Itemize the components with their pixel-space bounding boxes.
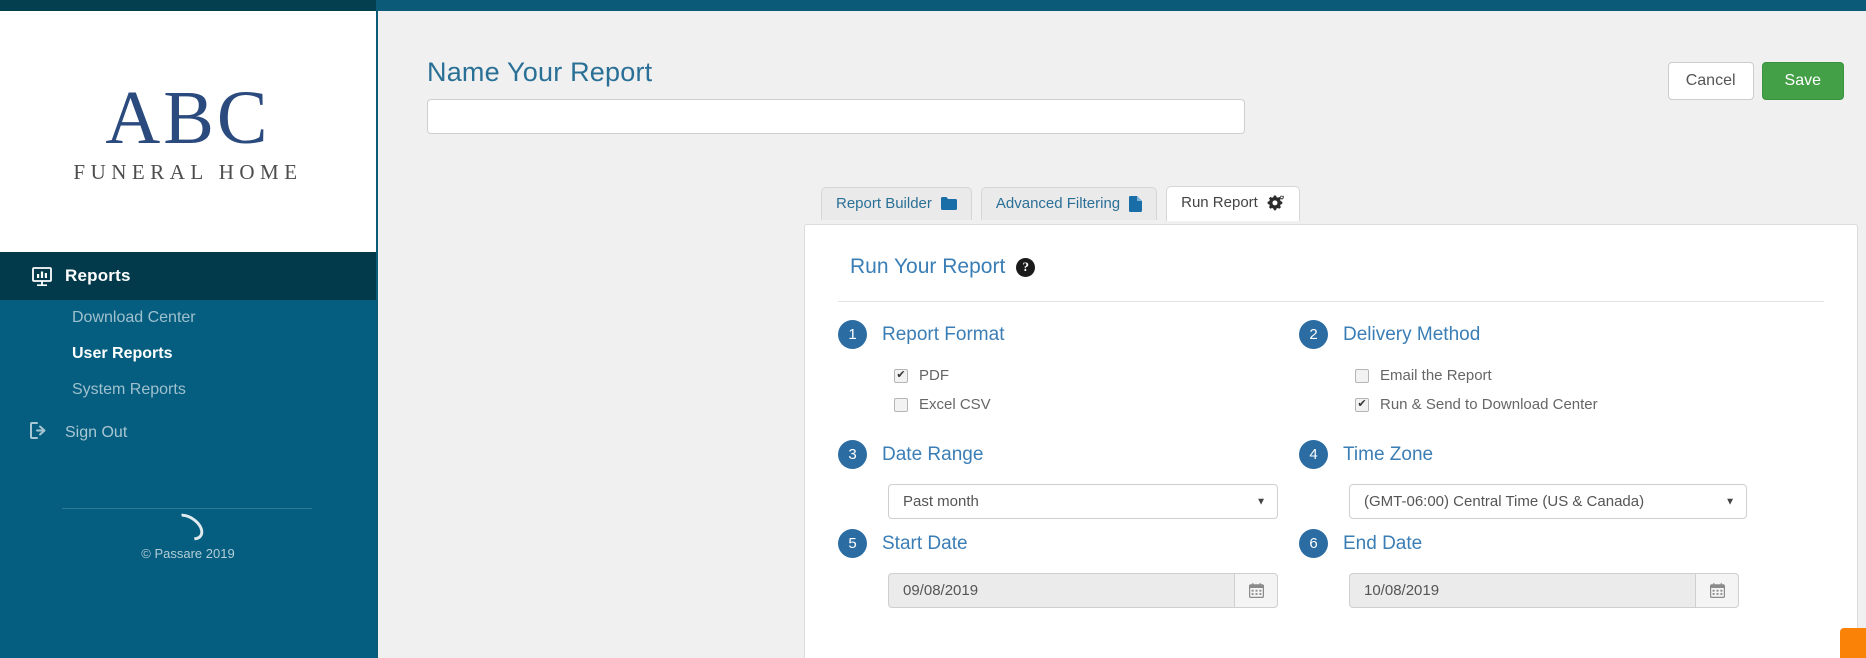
checkbox-pdf-box[interactable]: ✔ <box>894 368 908 383</box>
page-title: Name Your Report <box>427 57 653 87</box>
step-1-header: 1 Report Format <box>838 318 1308 351</box>
step-3-header: 3 Date Range <box>838 438 1308 471</box>
sign-out-icon <box>30 422 48 444</box>
report-format-options: ✔ PDF Excel CSV <box>894 367 1308 413</box>
start-date-calendar-icon[interactable] <box>1234 573 1278 608</box>
delivery-method-options: Email the Report ✔ Run & Send to Downloa… <box>1355 367 1769 413</box>
run-report-card: Run Your Report ? 1 Report Format ✔ PDF <box>804 224 1858 658</box>
header-actions: Cancel Save <box>1667 62 1844 100</box>
folder-icon <box>940 197 957 210</box>
step-6-badge: 6 <box>1299 529 1328 558</box>
step-6-header: 6 End Date <box>1299 527 1769 560</box>
time-zone-select[interactable]: (GMT-06:00) Central Time (US & Canada) ▼ <box>1349 484 1747 519</box>
step-delivery-method: 2 Delivery Method Email the Report ✔ Run… <box>1299 318 1769 425</box>
sidebar-item-download-center[interactable]: Download Center <box>0 300 376 336</box>
date-range-select[interactable]: Past month ▼ <box>888 484 1278 519</box>
checkbox-run-send-download-center[interactable]: ✔ Run & Send to Download Center <box>1355 396 1769 413</box>
cancel-button[interactable]: Cancel <box>1667 62 1754 100</box>
support-tab-handle[interactable] <box>1840 628 1866 658</box>
date-range-select-wrap: Past month ▼ <box>888 484 1308 519</box>
checkbox-excel-csv-label: Excel CSV <box>919 396 991 413</box>
checkbox-pdf[interactable]: ✔ PDF <box>894 367 1308 384</box>
checkbox-run-send-download-center-label: Run & Send to Download Center <box>1380 396 1598 413</box>
end-date-input[interactable]: 10/08/2019 <box>1349 573 1695 608</box>
step-date-range: 3 Date Range Past month ▼ <box>838 438 1308 519</box>
time-zone-value: (GMT-06:00) Central Time (US & Canada) <box>1364 493 1645 510</box>
step-1-badge: 1 <box>838 320 867 349</box>
checkbox-excel-csv-box[interactable] <box>894 397 908 412</box>
checkbox-pdf-label: PDF <box>919 367 949 384</box>
date-range-value: Past month <box>903 493 979 510</box>
tab-advanced-filtering[interactable]: Advanced Filtering <box>980 187 1158 220</box>
gears-icon <box>1267 195 1285 211</box>
step-6-title: End Date <box>1343 532 1423 554</box>
sidebar-section-reports[interactable]: Reports <box>0 252 376 300</box>
start-date-input[interactable]: 09/08/2019 <box>888 573 1234 608</box>
brand-logo: ABC FUNERAL HOME <box>0 11 376 252</box>
card-title-text: Run Your Report <box>850 255 1006 278</box>
step-end-date: 6 End Date 10/08/2019 <box>1299 527 1769 608</box>
end-date-field: 10/08/2019 <box>1349 573 1769 608</box>
card-title: Run Your Report ? <box>850 255 1036 279</box>
sign-out-button[interactable]: Sign Out <box>0 422 376 444</box>
tab-run-report-label: Run Report <box>1181 194 1258 211</box>
step-3-title: Date Range <box>882 443 984 465</box>
tab-report-builder-label: Report Builder <box>836 195 932 212</box>
step-5-header: 5 Start Date <box>838 527 1308 560</box>
step-5-badge: 5 <box>838 529 867 558</box>
step-start-date: 5 Start Date 09/08/2019 <box>838 527 1308 608</box>
tab-bar: Report Builder Advanced Filtering Run Re… <box>821 186 1309 221</box>
checkbox-excel-csv[interactable]: Excel CSV <box>894 396 1308 413</box>
checkbox-email-the-report-box[interactable] <box>1355 368 1369 383</box>
sidebar-section-label: Reports <box>65 266 131 285</box>
step-4-badge: 4 <box>1299 440 1328 469</box>
start-date-field: 09/08/2019 <box>888 573 1308 608</box>
step-2-badge: 2 <box>1299 320 1328 349</box>
sign-out-label: Sign Out <box>65 424 128 441</box>
logo-primary-text: ABC <box>105 76 271 160</box>
step-2-header: 2 Delivery Method <box>1299 318 1769 351</box>
topbar-left <box>0 0 376 11</box>
step-2-title: Delivery Method <box>1343 323 1481 345</box>
file-icon <box>1129 195 1143 212</box>
checkbox-run-send-download-center-box[interactable]: ✔ <box>1355 397 1369 412</box>
sidebar-nav-list: Download Center User Reports System Repo… <box>0 300 376 408</box>
app-root: ABC FUNERAL HOME Reports Download Center… <box>0 0 1866 658</box>
sidebar-item-system-reports[interactable]: System Reports <box>0 372 376 408</box>
end-date-calendar-icon[interactable] <box>1695 573 1739 608</box>
sidebar-item-user-reports[interactable]: User Reports <box>0 336 376 372</box>
chevron-down-icon: ▼ <box>1256 496 1266 507</box>
tab-run-report[interactable]: Run Report <box>1166 186 1300 221</box>
step-report-format: 1 Report Format ✔ PDF Excel CSV <box>838 318 1308 425</box>
tab-report-builder[interactable]: Report Builder <box>821 187 972 220</box>
tab-advanced-filtering-label: Advanced Filtering <box>995 195 1121 212</box>
sidebar: ABC FUNERAL HOME Reports Download Center… <box>0 11 376 658</box>
step-1-title: Report Format <box>882 323 1005 345</box>
passare-swoosh-icon <box>167 508 209 546</box>
step-4-header: 4 Time Zone <box>1299 438 1769 471</box>
copyright-text: © Passare 2019 <box>141 546 235 561</box>
question-mark-circle-icon[interactable]: ? <box>1016 257 1036 277</box>
step-3-badge: 3 <box>838 440 867 469</box>
chart-presentation-icon <box>32 266 52 286</box>
step-4-title: Time Zone <box>1343 443 1434 465</box>
checkbox-email-the-report-label: Email the Report <box>1380 367 1492 384</box>
sidebar-footer: © Passare 2019 <box>0 508 376 561</box>
card-divider <box>838 301 1824 302</box>
step-time-zone: 4 Time Zone (GMT-06:00) Central Time (US… <box>1299 438 1769 519</box>
topbar-right <box>376 0 1866 11</box>
chevron-down-icon: ▼ <box>1725 496 1735 507</box>
step-5-title: Start Date <box>882 532 968 554</box>
report-name-input[interactable] <box>427 99 1245 134</box>
main-content: Name Your Report Cancel Save Report Buil… <box>376 11 1866 658</box>
checkbox-email-the-report[interactable]: Email the Report <box>1355 367 1769 384</box>
save-button[interactable]: Save <box>1761 62 1844 100</box>
sidebar-divider <box>62 508 312 509</box>
logo-secondary-text: FUNERAL HOME <box>73 160 303 184</box>
time-zone-select-wrap: (GMT-06:00) Central Time (US & Canada) ▼ <box>1349 484 1769 519</box>
